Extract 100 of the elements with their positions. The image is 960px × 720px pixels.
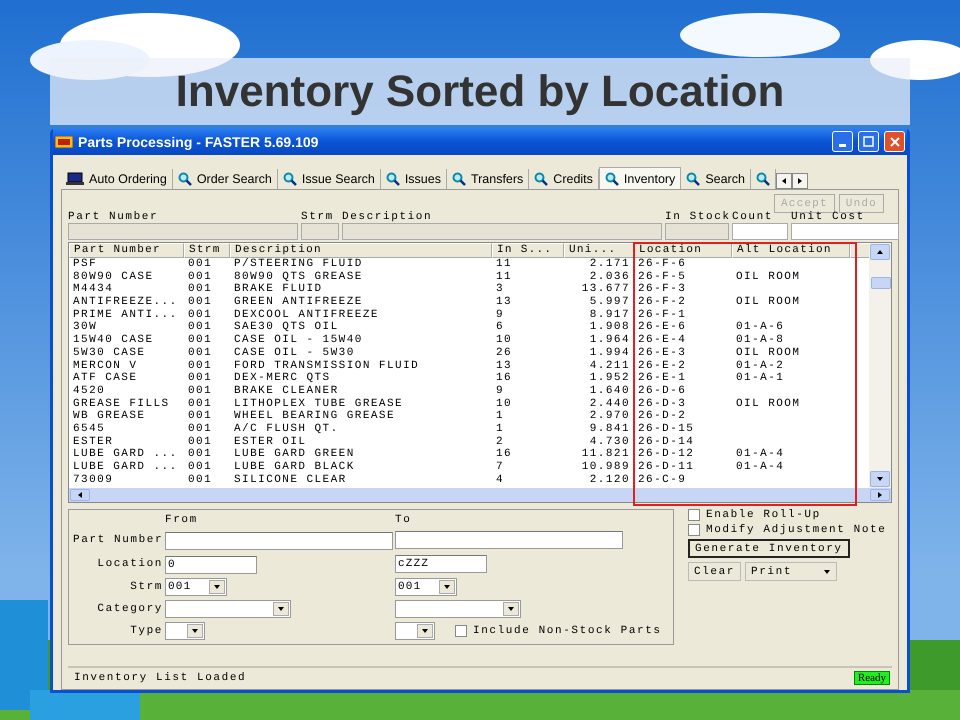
from-input-field[interactable] [165,532,393,550]
table-cell-text: 001 [187,384,214,398]
table-cell-text: 30W [72,321,98,334]
to-input-field[interactable] [395,531,623,550]
checkbox[interactable]: Include Non-Stock Parts [455,625,664,638]
minimize-button[interactable] [832,131,853,152]
table-cell-text: 1.952 [588,372,631,385]
table-cell-text: 001 [187,436,214,448]
table-cell-text: LUBE GARD BLACK [233,461,356,474]
table-cell-text: 16 [495,448,514,461]
column-label: From [165,514,199,526]
table-cell-text: M4434 [72,283,114,296]
table-cell-text: 9 [495,308,506,322]
column-header[interactable]: Strm [184,243,230,258]
table-cell-text: OIL ROOM [735,346,802,360]
table-cell-text: OIL ROOM [735,398,802,410]
field-label: Type [129,625,164,638]
status-indicator: Ready [854,670,890,684]
table-cell-text: 73009 [72,474,114,486]
column-label: To [395,514,412,526]
minimize-icon [839,144,846,146]
table-cell-text: 001 [187,334,214,347]
table-cell-text: 26-F-1 [637,308,688,322]
table-cell-text: LITHOPLEX TUBE GREASE [233,398,404,410]
column-header[interactable]: Alt Location [732,243,850,258]
column-header[interactable]: Uni... [564,243,634,258]
tab[interactable]: Inventory [598,167,682,189]
checkbox[interactable]: Modify Adjustment Note [688,524,888,536]
search-icon [452,172,466,186]
table-cell-text: 26-E-6 [637,321,688,334]
column-header[interactable]: Location [634,243,732,258]
scroll-left-button[interactable] [776,173,792,189]
table-cell-text: 26-F-5 [637,270,688,284]
close-button[interactable] [884,131,905,152]
vertical-scrollbar[interactable] [869,243,891,488]
table-cell-text: 26-E-3 [637,346,688,360]
table-cell-text: 1.964 [588,334,631,347]
app-icon [55,136,73,148]
table-cell-text: 4 [495,474,506,486]
table-cell-text: ESTER [72,436,114,448]
table-cell-text: CASE OIL - 5W30 [233,346,356,360]
table-cell-text: 6545 [72,422,106,436]
table-cell-text: 26-F-6 [637,258,688,271]
search-icon [686,172,700,186]
input-field[interactable] [791,223,899,240]
table-cell-text: 26-D-11 [637,461,696,474]
dropdown[interactable] [165,622,205,640]
dropdown[interactable]: 001 [165,578,227,596]
table-cell-text: 10 [495,398,514,410]
table-cell-text: 1.994 [588,346,631,360]
table-cell-text: 26-E-4 [637,334,688,347]
to-input-field[interactable]: cZZZ [395,555,487,574]
table-cell-text: 2.970 [588,410,631,423]
scroll-right-button[interactable] [792,173,808,189]
table-cell-text: WHEEL BEARING GREASE [233,410,396,423]
table-cell-text: 2.036 [588,270,631,284]
dropdown[interactable] [395,600,521,618]
column-header[interactable]: In S... [492,243,564,258]
field-label: Location [96,558,164,570]
table-cell-text: 8.917 [588,308,631,322]
table-cell-text: CASE OIL - 15W40 [233,334,364,347]
table-cell-text: 26-F-2 [637,296,688,309]
search-icon [386,172,400,186]
dropdown[interactable] [165,600,291,618]
action-button[interactable]: Generate Inventory [688,539,850,558]
table-cell-text: 26-F-3 [637,283,688,296]
table-cell-text: 001 [187,321,214,334]
table-cell-text: 26-D-12 [637,448,696,461]
maximize-button[interactable] [858,131,879,152]
table-cell-text: LUBE GARD GREEN [233,448,356,461]
checkbox[interactable]: Enable Roll-Up [688,509,888,522]
scroll-thumb[interactable] [871,277,891,289]
table-cell-text: 01-A-8 [735,334,786,347]
dropdown[interactable]: 001 [395,578,457,596]
table-cell-text: 001 [187,422,214,436]
field-label: Unit Cost [791,211,866,223]
dropdown[interactable] [395,622,435,640]
table-cell-text: 001 [187,296,214,309]
table-cell-text: LUBE GARD ... [72,448,179,461]
table-cell-text: 5.997 [588,296,631,309]
table-cell-text: ATF CASE [72,372,138,385]
column-header[interactable]: Part Number [69,243,184,258]
table-cell-text: 001 [187,258,214,271]
table-cell-text: 2 [495,436,506,448]
horizontal-scrollbar[interactable] [69,488,891,502]
arrow-icon [876,248,884,256]
table-cell-text: ANTIFREEZE... [72,296,179,309]
action-button[interactable]: Clear [688,562,742,582]
table-cell-text: 26-E-2 [637,360,688,372]
table-cell-text: 9.841 [588,422,631,436]
input-field[interactable] [732,223,788,240]
table-cell-text: 001 [187,270,214,284]
caret-icon [507,605,515,614]
table-cell-text: GREEN ANTIFREEZE [233,296,364,309]
caret-icon [421,627,429,636]
search-icon [282,172,297,186]
split-button[interactable]: Print [745,562,838,582]
table-cell-text: 26 [495,346,514,360]
from-input-field[interactable]: 0 [165,556,257,574]
column-header[interactable]: Description [230,243,492,258]
